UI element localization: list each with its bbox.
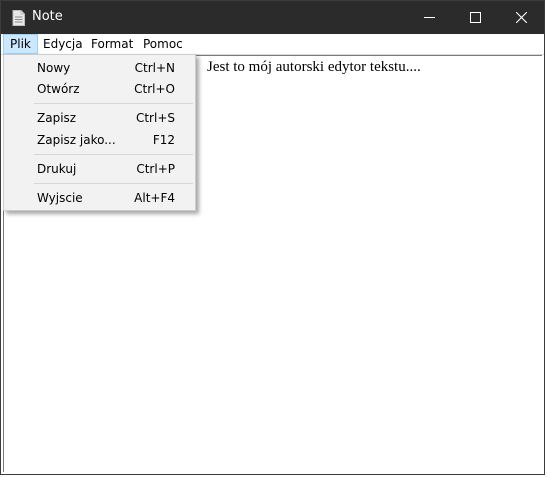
menu-item-label: Otwórz	[37, 82, 80, 96]
close-button[interactable]	[498, 1, 544, 34]
menu-item-shortcut: Ctrl+P	[136, 162, 175, 176]
menu-pomoc[interactable]: Pomoc	[137, 34, 189, 54]
menu-plik[interactable]: Plik	[3, 34, 38, 54]
menu-item-shortcut: Ctrl+S	[135, 111, 175, 125]
menu-format[interactable]: Format	[85, 34, 139, 54]
title-bar[interactable]: Note	[1, 1, 544, 34]
menu-item-shortcut: F12	[152, 133, 175, 147]
menu-item-label: Wyjscie	[37, 191, 83, 205]
menu-edycja[interactable]: Edycja	[37, 34, 89, 54]
menu-item-label: Drukuj	[37, 162, 77, 176]
maximize-button[interactable]	[452, 1, 498, 34]
menu-item-new[interactable]: Nowy Ctrl+N	[4, 57, 195, 79]
menu-item-label: Zapisz	[37, 111, 77, 125]
menu-item-shortcut: Ctrl+O	[134, 82, 175, 96]
file-menu-dropdown: Nowy Ctrl+N Otwórz Ctrl+O Zapisz Ctrl+S …	[3, 54, 196, 211]
window-title: Note	[32, 9, 63, 24]
editor-content: Jest to mój autorski edytor tekstu....	[207, 59, 421, 75]
menu-item-print[interactable]: Drukuj Ctrl+P	[4, 158, 195, 180]
menu-item-exit[interactable]: Wyjscie Alt+F4	[4, 187, 195, 209]
menu-item-save-as[interactable]: Zapisz jako... F12	[4, 129, 195, 151]
maximize-icon	[470, 12, 481, 23]
menu-bar: Plik Edycja Format Pomoc	[1, 34, 544, 55]
minimize-icon	[424, 17, 435, 18]
menu-item-open[interactable]: Otwórz Ctrl+O	[4, 78, 195, 100]
menu-item-label: Nowy	[37, 61, 71, 75]
menu-separator	[34, 103, 193, 104]
menu-item-shortcut: Ctrl+N	[134, 61, 175, 75]
notepad-icon	[12, 10, 25, 26]
menu-separator	[34, 154, 193, 155]
menu-separator	[34, 183, 193, 184]
minimize-button[interactable]	[406, 1, 452, 34]
menu-item-label: Zapisz jako...	[37, 133, 116, 147]
close-icon	[516, 12, 527, 23]
app-window: Note Plik Edycja Format Pomoc Jest to mó…	[0, 0, 545, 475]
menu-item-shortcut: Alt+F4	[134, 191, 175, 205]
menu-item-save[interactable]: Zapisz Ctrl+S	[4, 107, 195, 129]
